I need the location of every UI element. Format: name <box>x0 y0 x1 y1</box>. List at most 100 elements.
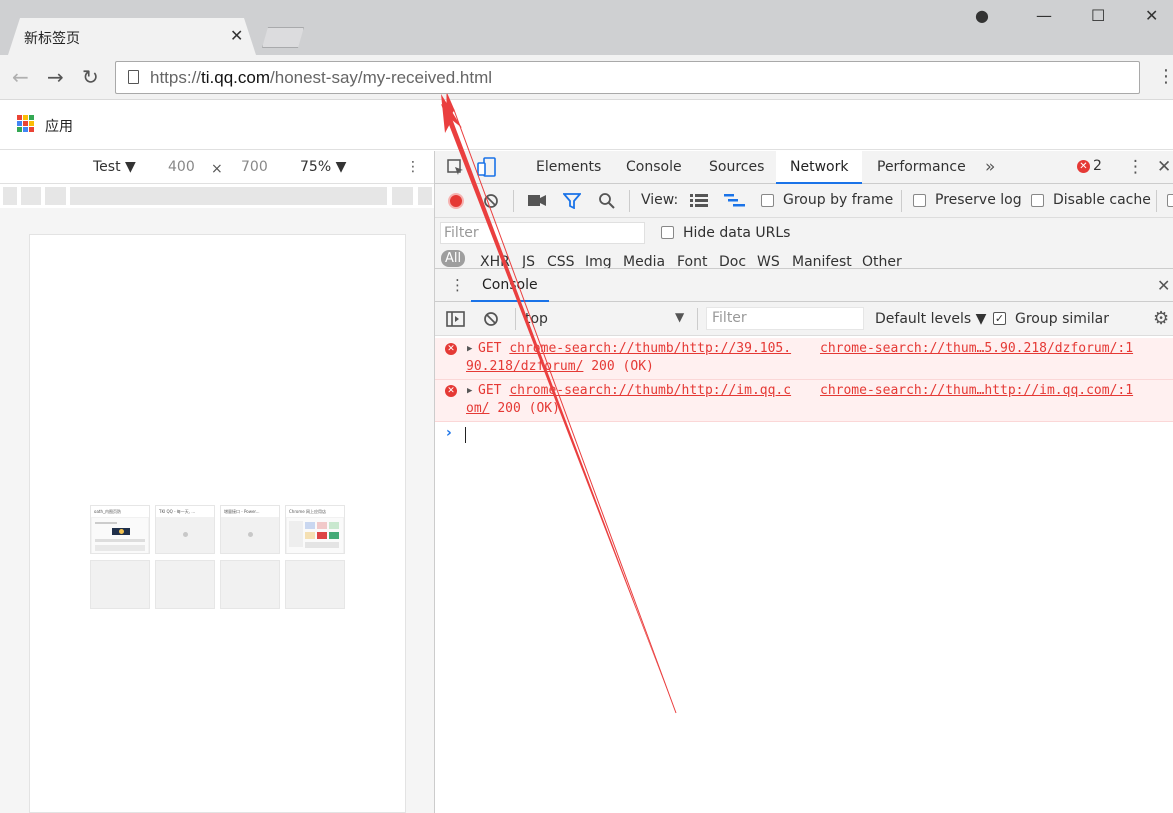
drawer-menu-icon[interactable]: ⋮ <box>450 276 465 294</box>
error-count[interactable]: 2 <box>1093 158 1102 174</box>
preserve-log-checkbox[interactable] <box>913 194 926 207</box>
group-similar-label: Group similar <box>1015 311 1110 327</box>
filter-icon[interactable] <box>563 193 581 209</box>
context-select[interactable]: top <box>525 311 548 327</box>
tab-performance[interactable]: Performance <box>863 151 980 184</box>
search-icon[interactable] <box>598 192 616 210</box>
type-filter-font[interactable]: Font <box>677 254 707 268</box>
device-toolbar-icon[interactable] <box>477 157 497 178</box>
devtools-menu-icon[interactable]: ⋮ <box>1127 157 1144 177</box>
type-filter-manifest[interactable]: Manifest <box>792 254 852 268</box>
url-path: /honest-say/my-received.html <box>270 68 493 87</box>
most-visited-tile[interactable]: Chrome 网上应用店 <box>285 505 345 554</box>
expand-triangle-icon[interactable]: ▶ <box>467 344 472 354</box>
console-settings-gear-icon[interactable]: ⚙ <box>1153 308 1169 329</box>
browser-tab[interactable]: 新标签页 ✕ <box>8 18 256 55</box>
log-levels-select[interactable]: Default levels ▼ <box>875 311 986 327</box>
reload-icon[interactable]: ↻ <box>82 65 99 89</box>
message-source-link[interactable]: chrome-search://thum…http://im.qq.com/:1 <box>820 383 1133 398</box>
apps-link[interactable]: 应用 <box>45 116 73 136</box>
view-label: View: <box>641 192 679 208</box>
type-filter-ws[interactable]: WS <box>757 254 780 268</box>
console-error-message[interactable]: ✕ ▶ GET chrome-search://thumb/http://im.… <box>435 380 1173 422</box>
inspect-element-icon[interactable] <box>447 159 465 177</box>
devtools-panel: Elements Console Sources Network Perform… <box>434 151 1173 813</box>
browser-toolbar: ← → ↻ https://ti.qq.com/honest-say/my-re… <box>0 55 1173 100</box>
message-source-link[interactable]: chrome-search://thum…5.90.218/dzforum/:1 <box>820 341 1133 356</box>
most-visited-tile[interactable]: TKI QQ - 每一天, ... <box>155 505 215 554</box>
minimize-icon[interactable]: — <box>1036 6 1052 25</box>
type-filter-all[interactable]: All <box>441 250 466 267</box>
disable-cache-label: Disable cache <box>1053 192 1151 208</box>
emulated-viewport[interactable]: oath_内图页防 TKI QQ - 每一天, ... 增量接口 - Power… <box>29 234 406 813</box>
url-text[interactable]: https://ti.qq.com/honest-say/my-received… <box>150 68 492 88</box>
expand-triangle-icon[interactable]: ▶ <box>467 386 472 396</box>
tile-title: 增量接口 - Power... <box>221 506 279 517</box>
tab-close-icon[interactable]: ✕ <box>230 26 243 45</box>
type-filter-doc[interactable]: Doc <box>719 254 746 268</box>
device-more-icon[interactable]: ⋮ <box>406 159 420 175</box>
message-text: GET chrome-search://thumb/http://im.qq.c <box>478 383 792 398</box>
type-filter-media[interactable]: Media <box>623 254 665 268</box>
console-input[interactable] <box>465 427 466 443</box>
tile-placeholder-dot <box>248 532 253 537</box>
network-filter-input[interactable]: Filter <box>440 222 645 244</box>
tab-network[interactable]: Network <box>776 151 863 184</box>
address-bar[interactable]: https://ti.qq.com/honest-say/my-received… <box>115 61 1140 94</box>
apps-grid-icon[interactable] <box>17 115 34 132</box>
separator <box>1156 190 1157 212</box>
error-icon: ✕ <box>445 385 457 397</box>
chevron-down-icon[interactable]: ▼ <box>675 310 684 324</box>
hide-data-urls-checkbox[interactable] <box>661 226 674 239</box>
clear-console-icon[interactable] <box>483 311 499 327</box>
tile-title: TKI QQ - 每一天, ... <box>156 506 214 517</box>
type-filter-img[interactable]: Img <box>585 254 612 268</box>
screenshot-icon[interactable] <box>528 194 546 207</box>
maximize-icon[interactable]: ☐ <box>1091 6 1105 25</box>
device-toolbar: Test ▼ 400 × 700 75% ▼ ⋮ <box>0 151 434 184</box>
group-similar-checkbox[interactable]: ✓ <box>993 312 1006 325</box>
device-height-input[interactable]: 700 <box>241 159 268 175</box>
window-close-icon[interactable]: ✕ <box>1145 6 1158 25</box>
error-icon[interactable]: ✕ <box>1077 160 1090 173</box>
console-error-message[interactable]: ✕ ▶ GET chrome-search://thumb/http://39.… <box>435 338 1173 380</box>
console-toolbar: top ▼ Filter Default levels ▼ ✓ Group si… <box>435 302 1173 336</box>
tab-elements[interactable]: Elements <box>522 151 615 184</box>
offline-checkbox[interactable] <box>1167 194 1173 207</box>
waterfall-icon[interactable] <box>724 194 746 208</box>
forward-icon[interactable]: → <box>47 65 64 89</box>
drawer-close-icon[interactable]: ✕ <box>1157 276 1170 295</box>
type-filter-xhr[interactable]: XHR <box>480 254 510 268</box>
group-by-frame-checkbox[interactable] <box>761 194 774 207</box>
drawer-tab-console[interactable]: Console <box>471 269 549 302</box>
network-toolbar: View: Group by frame Preserve log Disabl… <box>435 184 1173 218</box>
new-tab-button[interactable] <box>262 27 304 48</box>
console-filter-input[interactable]: Filter <box>706 307 864 330</box>
devtools-tab-bar: Elements Console Sources Network Perform… <box>435 151 1173 184</box>
disable-cache-checkbox[interactable] <box>1031 194 1044 207</box>
most-visited-tile[interactable]: oath_内图页防 <box>90 505 150 554</box>
type-filter-js[interactable]: JS <box>522 254 535 268</box>
back-icon[interactable]: ← <box>12 65 29 89</box>
user-icon[interactable]: ● <box>975 6 989 25</box>
devtools-close-icon[interactable]: ✕ <box>1157 157 1171 177</box>
type-filter-css[interactable]: CSS <box>547 254 575 268</box>
browser-menu-icon[interactable]: ⋮ <box>1157 66 1173 87</box>
media-query-bar[interactable] <box>0 184 434 208</box>
clear-icon[interactable] <box>483 193 499 209</box>
more-tabs-icon[interactable]: » <box>985 157 995 177</box>
large-rows-icon[interactable] <box>690 194 708 208</box>
page-icon <box>128 70 139 84</box>
device-width-input[interactable]: 400 <box>168 159 195 175</box>
empty-tile <box>285 560 345 609</box>
tab-sources[interactable]: Sources <box>695 151 778 184</box>
type-filter-other[interactable]: Other <box>862 254 902 268</box>
most-visited-tile[interactable]: 增量接口 - Power... <box>220 505 280 554</box>
device-select[interactable]: Test ▼ <box>93 159 136 175</box>
zoom-select[interactable]: 75% ▼ <box>300 159 346 175</box>
tab-console[interactable]: Console <box>612 151 696 184</box>
tile-title: oath_内图页防 <box>91 506 149 517</box>
record-icon[interactable] <box>448 193 464 209</box>
network-filter-row: Filter Hide data URLs <box>435 218 1173 248</box>
console-sidebar-icon[interactable] <box>446 311 465 327</box>
